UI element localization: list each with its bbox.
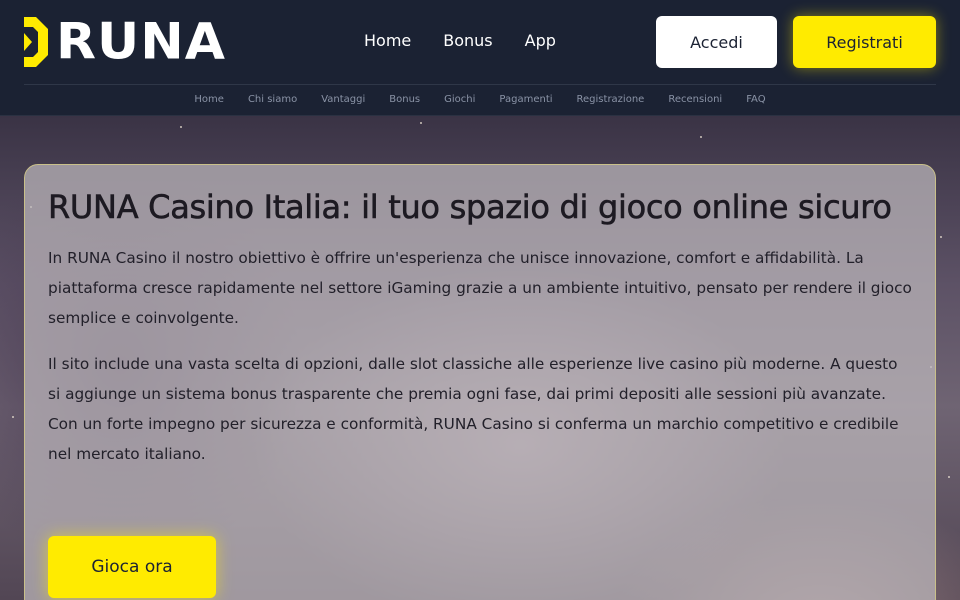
- subnav-registrazione[interactable]: Registrazione: [577, 93, 645, 107]
- logo-mark-icon: [24, 17, 48, 67]
- subnav-faq[interactable]: FAQ: [746, 93, 765, 107]
- subnav-home[interactable]: Home: [194, 93, 224, 107]
- main-nav: Home Bonus App: [364, 30, 588, 52]
- play-now-button[interactable]: Gioca ora: [48, 536, 216, 598]
- intro-paragraph: In RUNA Casino il nostro obiettivo è off…: [48, 249, 912, 327]
- register-button[interactable]: Registrati: [793, 16, 936, 68]
- details-paragraph: Il sito include una vasta scelta di opzi…: [48, 355, 899, 463]
- subnav-recensioni[interactable]: Recensioni: [668, 93, 722, 107]
- nav-bonus[interactable]: Bonus: [443, 30, 492, 52]
- page-title: RUNA Casino Italia: il tuo spazio di gio…: [48, 188, 893, 227]
- subnav-bonus[interactable]: Bonus: [389, 93, 420, 107]
- subnav-pagamenti[interactable]: Pagamenti: [499, 93, 552, 107]
- site-header: RUNA Home Bonus App Accedi Registrati Ho…: [0, 0, 960, 116]
- section-nav: Home Chi siamo Vantaggi Bonus Giochi Pag…: [0, 93, 960, 107]
- subnav-giochi[interactable]: Giochi: [444, 93, 475, 107]
- logo-wordmark: RUNA: [56, 13, 227, 71]
- runa-logo[interactable]: RUNA: [24, 16, 226, 68]
- nav-app[interactable]: App: [525, 30, 556, 52]
- hero-card: RUNA Casino Italia: il tuo spazio di gio…: [24, 164, 936, 600]
- subnav-chi-siamo[interactable]: Chi siamo: [248, 93, 297, 107]
- login-button[interactable]: Accedi: [656, 16, 777, 68]
- subnav-vantaggi[interactable]: Vantaggi: [321, 93, 365, 107]
- nav-home[interactable]: Home: [364, 30, 411, 52]
- header-divider: [24, 84, 936, 85]
